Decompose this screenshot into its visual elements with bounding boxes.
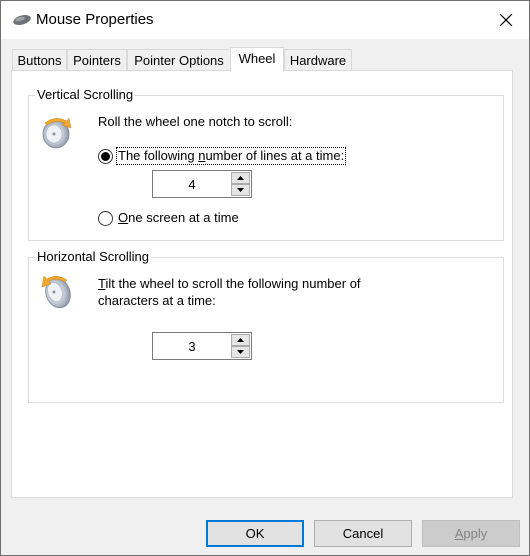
one-screen-label: One screen at a time xyxy=(118,210,239,225)
characters-increment-button[interactable] xyxy=(231,334,250,346)
tab-pointer-options[interactable]: Pointer Options xyxy=(127,49,231,70)
characters-decrement-button[interactable] xyxy=(231,346,250,358)
mouse-icon xyxy=(13,15,31,25)
lines-at-a-time-label: The following number of lines at a time: xyxy=(115,147,347,165)
arrow-up-icon xyxy=(237,176,244,180)
arrow-down-icon xyxy=(237,350,244,354)
vertical-instruction: Roll the wheel one notch to scroll: xyxy=(98,114,293,129)
lines-at-a-time-radio[interactable]: The following number of lines at a time: xyxy=(98,147,347,165)
cancel-button[interactable]: Cancel xyxy=(314,520,412,547)
lines-increment-button[interactable] xyxy=(231,172,250,184)
lines-spinner xyxy=(152,170,252,198)
wheel-tab-panel: Vertical Scrolling Roll the wheel one no… xyxy=(11,70,513,498)
horizontal-scrolling-title: Horizontal Scrolling xyxy=(35,249,151,265)
close-icon xyxy=(499,13,513,27)
characters-input[interactable] xyxy=(153,333,231,359)
ok-button[interactable]: OK xyxy=(206,520,304,547)
lines-input[interactable] xyxy=(153,171,231,197)
radio-indicator-unselected xyxy=(98,210,113,226)
vertical-scrolling-group: Vertical Scrolling Roll the wheel one no… xyxy=(28,87,504,241)
radio-indicator-selected xyxy=(98,148,113,164)
tab-wheel[interactable]: Wheel xyxy=(230,47,284,72)
characters-spinner xyxy=(152,332,252,360)
tab-pointers[interactable]: Pointers xyxy=(67,49,127,70)
apply-button[interactable]: Apply xyxy=(422,520,520,547)
horizontal-instruction-line1: Tilt the wheel to scroll the following n… xyxy=(98,276,361,291)
close-button[interactable] xyxy=(483,1,529,39)
arrow-up-icon xyxy=(237,338,244,342)
mouse-properties-dialog: Mouse Properties Buttons Pointers Pointe… xyxy=(0,0,530,556)
horizontal-instruction-line2: characters at a time: xyxy=(98,293,216,308)
window-title: Mouse Properties xyxy=(36,11,154,28)
vertical-wheel-icon xyxy=(42,117,72,149)
arrow-down-icon xyxy=(237,188,244,192)
lines-decrement-button[interactable] xyxy=(231,184,250,196)
horizontal-wheel-icon xyxy=(41,275,71,309)
one-screen-radio[interactable]: One screen at a time xyxy=(98,210,240,226)
horizontal-scrolling-group: Horizontal Scrolling Tilt the wheel to s… xyxy=(28,249,504,403)
vertical-scrolling-title: Vertical Scrolling xyxy=(35,87,136,103)
tab-hardware[interactable]: Hardware xyxy=(284,49,352,70)
tab-buttons[interactable]: Buttons xyxy=(12,49,67,70)
title-bar: Mouse Properties xyxy=(1,1,529,39)
